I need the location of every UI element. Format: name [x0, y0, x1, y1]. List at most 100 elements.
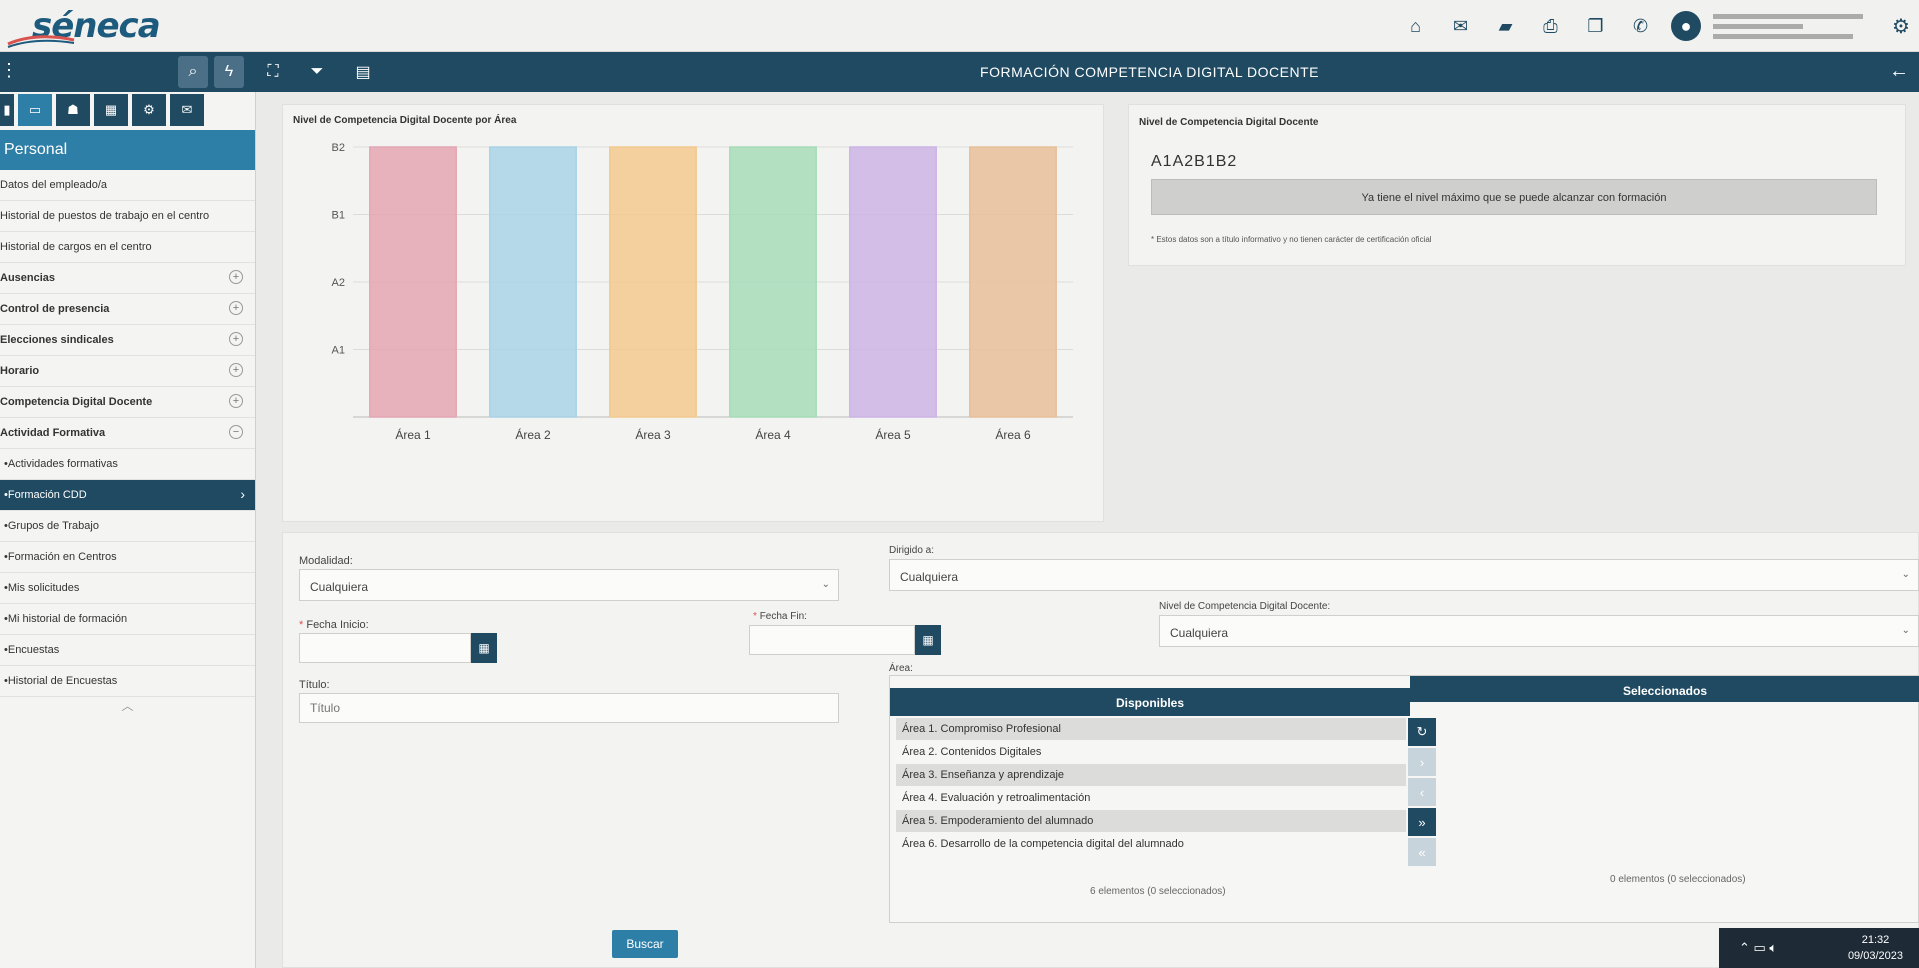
calendar-icon[interactable]: ▦	[471, 633, 497, 663]
sidebar-item[interactable]: Actividad Formativa −	[0, 418, 255, 449]
nivel-value: Cualquiera	[1170, 626, 1229, 640]
tray-icons[interactable]: ⌃ ▭ 🔈︎	[1739, 940, 1777, 956]
seneca-logo[interactable]: séneca	[6, 4, 161, 48]
sidebar-item-label: •Mis solicitudes	[4, 582, 80, 594]
area-dual-list: Disponibles Seleccionados Área 1. Compro…	[889, 675, 1919, 923]
seleccionados-header: Seleccionados	[1410, 676, 1919, 702]
sidebar-item[interactable]: Horario +	[0, 356, 255, 387]
sidebar-item-label: •Grupos de Trabajo	[4, 520, 99, 532]
x-tick-label: Área 1	[395, 427, 431, 442]
sidebar-item[interactable]: •Formación en Centros	[0, 542, 255, 573]
sidebar-item[interactable]: Competencia Digital Docente +	[0, 387, 255, 418]
sidebar-item-label: Historial de cargos en el centro	[0, 241, 152, 253]
collapse-icon[interactable]: −	[229, 425, 243, 439]
tab-users-icon[interactable]: ☗	[56, 94, 90, 126]
move-left-icon[interactable]: ‹	[1408, 778, 1436, 806]
sidebar-item[interactable]: Datos del empleado/a	[0, 170, 255, 201]
sidebar-item-label: Datos del empleado/a	[0, 179, 108, 191]
expand-icon[interactable]: +	[229, 394, 243, 408]
sidebar-item[interactable]: Elecciones sindicales +	[0, 325, 255, 356]
list-item[interactable]: Área 1. Compromiso Profesional	[896, 718, 1406, 740]
copy-icon[interactable]: ❐	[1573, 0, 1618, 52]
expand-icon[interactable]: +	[229, 363, 243, 377]
sidebar-header: Personal	[0, 130, 255, 170]
print-icon[interactable]: ⎙	[1528, 0, 1573, 52]
fecha-inicio-input[interactable]	[299, 633, 471, 663]
y-tick-label: A2	[332, 277, 345, 289]
list-item[interactable]: Área 2. Contenidos Digitales	[896, 741, 1406, 763]
tab-cogs-icon[interactable]: ⚙	[132, 94, 166, 126]
search-form: Modalidad: Cualquiera ⌄ Dirigido a: Cual…	[282, 532, 1919, 968]
modalidad-select[interactable]: Cualquiera ⌄	[299, 569, 839, 601]
level-title: Nivel de Competencia Digital Docente	[1139, 117, 1319, 128]
tab-envelope-icon[interactable]: ✉	[170, 94, 204, 126]
dirigido-value: Cualquiera	[900, 570, 959, 584]
dirigido-select[interactable]: Cualquiera ⌄	[889, 559, 1919, 591]
mail-icon[interactable]: ✉	[1438, 0, 1483, 52]
nivel-select[interactable]: Cualquiera ⌄	[1159, 615, 1919, 647]
home-icon[interactable]: ⌂	[1393, 0, 1438, 52]
refresh-icon[interactable]: ↻	[1408, 718, 1436, 746]
user-info-blurred	[1713, 9, 1883, 44]
user-menu[interactable]: ●	[1671, 9, 1883, 44]
calendar-icon[interactable]: ▦	[915, 625, 941, 655]
tab-id-card-icon[interactable]: ▭	[18, 94, 52, 126]
expand-icon[interactable]: +	[229, 270, 243, 284]
bar-chart: A1 A2 B1 B2 Área 1 Área 2 Área 3 Área 4 Área 5 Ár…	[332, 142, 1073, 442]
sidebar-item[interactable]: •Encuestas	[0, 635, 255, 666]
titulo-input[interactable]	[299, 693, 839, 723]
sidebar-item-label: Elecciones sindicales	[0, 334, 114, 346]
sidebar-item[interactable]: Control de presencia +	[0, 294, 255, 325]
gear-icon[interactable]: ⚙	[1883, 0, 1919, 52]
list-item[interactable]: Área 6. Desarrollo de la competencia dig…	[896, 833, 1406, 855]
sidebar-item-label: Historial de puestos de trabajo en el ce…	[0, 210, 210, 222]
chevron-right-icon: ›	[240, 486, 245, 502]
clock-date: 09/03/2023	[1847, 950, 1903, 962]
expand-icon[interactable]: +	[229, 301, 243, 315]
fecha-fin-input[interactable]	[749, 625, 915, 655]
phone-icon[interactable]: ✆	[1618, 0, 1663, 52]
sidebar-item[interactable]: Ausencias +	[0, 263, 255, 294]
sidebar-item[interactable]: •Formación CDD ›	[0, 480, 255, 511]
seleccionados-count: 0 elementos (0 seleccionados)	[1610, 874, 1746, 885]
collapse-up-icon[interactable]: ︿	[0, 697, 255, 715]
avatar[interactable]: ●	[1671, 11, 1701, 41]
sidebar-item[interactable]: •Actividades formativas	[0, 449, 255, 480]
chart-bar	[969, 146, 1057, 418]
y-tick-label: A1	[332, 345, 345, 357]
list-item[interactable]: Área 4. Evaluación y retroalimentación	[896, 787, 1406, 809]
sidebar-item-label: •Formación CDD	[4, 489, 87, 501]
tab-calendar-icon[interactable]: ▦	[94, 94, 128, 126]
chevron-down-icon: ⌄	[821, 579, 830, 590]
level-note: * Estos datos son a título informativo y…	[1151, 235, 1432, 244]
list-item[interactable]: Área 3. Enseñanza y aprendizaje	[896, 764, 1406, 786]
clock[interactable]: 21:32 09/03/2023	[1848, 932, 1903, 964]
sidebar-item[interactable]: Historial de puestos de trabajo en el ce…	[0, 201, 255, 232]
fecha-fin-label: * Fecha Fin:	[753, 611, 807, 622]
top-bar: séneca ⌂ ✉ ▰ ⎙ ❐ ✆ ● ⚙	[0, 0, 1919, 52]
move-all-right-icon[interactable]: »	[1408, 808, 1436, 836]
sidebar-item-label: Horario	[0, 365, 40, 377]
back-arrow-icon[interactable]: ←	[1889, 60, 1909, 83]
tab-book-icon[interactable]: ▮	[0, 94, 14, 126]
folder-icon[interactable]: ▰	[1483, 0, 1528, 52]
x-tick-label: Área 6	[995, 427, 1031, 442]
nivel-label: Nivel de Competencia Digital Docente:	[1159, 601, 1331, 612]
list-item[interactable]: Área 5. Empoderamiento del alumnado	[896, 810, 1406, 832]
expand-icon[interactable]: +	[229, 332, 243, 346]
move-right-icon[interactable]: ›	[1408, 748, 1436, 776]
sidebar-item-label: Competencia Digital Docente	[0, 396, 153, 408]
sidebar-item[interactable]: Historial de cargos en el centro	[0, 232, 255, 263]
dirigido-label: Dirigido a:	[889, 545, 935, 556]
chevron-down-icon: ⌄	[1901, 625, 1910, 636]
move-all-left-icon[interactable]: «	[1408, 838, 1436, 866]
sidebar-item[interactable]: •Historial de Encuestas	[0, 666, 255, 697]
main-content: Nivel de Competencia Digital Docente por…	[256, 92, 1919, 968]
sidebar-item[interactable]: •Mi historial de formación	[0, 604, 255, 635]
sidebar-item[interactable]: •Mis solicitudes	[0, 573, 255, 604]
chart-bar	[489, 146, 577, 418]
sidebar-item[interactable]: •Grupos de Trabajo	[0, 511, 255, 542]
x-tick-label: Área 2	[515, 427, 551, 442]
buscar-button[interactable]: Buscar	[612, 930, 678, 958]
modalidad-value: Cualquiera	[310, 580, 369, 594]
